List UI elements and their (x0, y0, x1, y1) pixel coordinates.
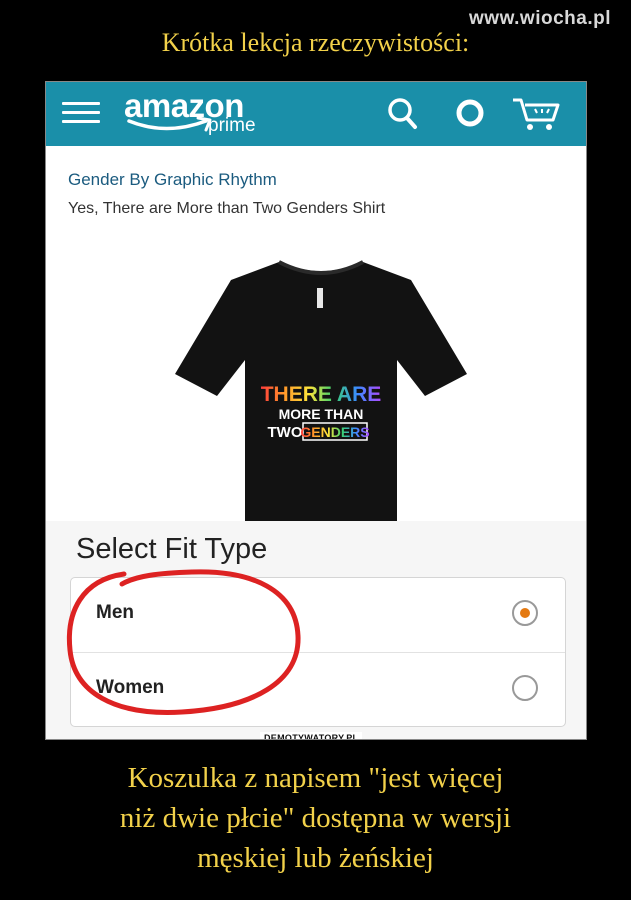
screenshot-frame: amazon prime Gender By Graphic Rhythm Ye… (45, 81, 587, 740)
smile-arrow-icon (127, 116, 212, 132)
menu-icon[interactable] (62, 102, 100, 124)
shirt-print-line-1: THERE ARE (261, 383, 382, 406)
search-icon[interactable] (386, 96, 418, 130)
prime-label: prime (208, 115, 256, 136)
shirt-print-line-3b: GENDERS (300, 424, 369, 440)
fit-options-box: Men Women (70, 577, 566, 727)
fit-option-men[interactable]: Men (71, 578, 565, 652)
tshirt-image: THERE ARE MORE THAN TWO GENDERS (175, 260, 467, 522)
top-title: Krótka lekcja rzeczywistości: (161, 28, 470, 57)
amazon-header: amazon prime (46, 82, 586, 146)
cart-icon[interactable] (511, 96, 561, 132)
caption-line-2: niż dwie płcie" dostępna w wersji (119, 802, 512, 834)
fit-type-section: Select Fit Type Men Women (46, 521, 586, 739)
alexa-icon[interactable] (454, 97, 486, 129)
caption-line-3: męskiej lub żeńskiej (197, 842, 434, 874)
product-page: Gender By Graphic Rhythm Yes, There are … (46, 146, 586, 739)
brand-link[interactable]: Gender By Graphic Rhythm (68, 170, 277, 190)
watermark: www.wiocha.pl (469, 8, 611, 29)
caption: Koszulka z napisem "jest więcej niż dwie… (0, 758, 631, 878)
fit-option-women[interactable]: Women (71, 652, 565, 727)
radio-unselected-icon[interactable] (512, 675, 538, 701)
fit-option-label: Women (96, 677, 165, 698)
credit-label: DEMOTYWATORY.PL (260, 732, 363, 739)
shirt-print-line-3a: TWO (268, 424, 303, 441)
product-title: Yes, There are More than Two Genders Shi… (68, 200, 386, 217)
fit-option-label: Men (96, 602, 134, 623)
shirt-print-line-2: MORE THAN (279, 406, 364, 422)
radio-selected-icon[interactable] (512, 600, 538, 626)
fit-type-heading: Select Fit Type (76, 533, 268, 565)
caption-line-1: Koszulka z napisem "jest więcej (127, 762, 504, 794)
